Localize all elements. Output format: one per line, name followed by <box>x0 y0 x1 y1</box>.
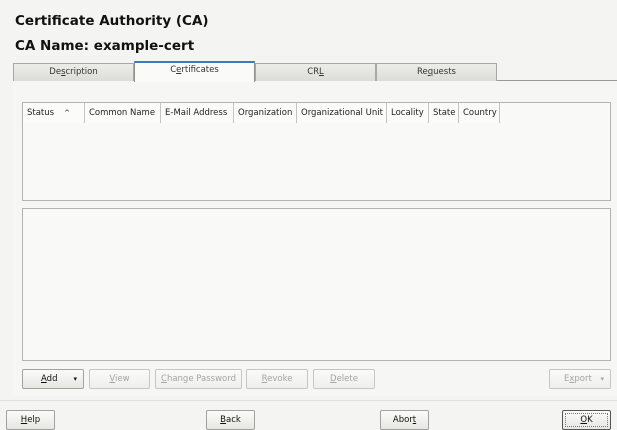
sort-ascending-icon: ^ <box>64 109 70 117</box>
tab-crl[interactable]: CRL <box>255 63 376 81</box>
window-title: Certificate Authority (CA) <box>15 13 209 29</box>
certificate-details-view <box>22 208 611 361</box>
ok-button[interactable]: OK <box>562 410 611 430</box>
column-email-address[interactable]: E-Mail Address <box>161 103 234 123</box>
tab-bar: Description Certificates CRL Requests <box>13 61 617 82</box>
table-header: Status ^ Common Name E-Mail Address Organ… <box>23 103 500 123</box>
revoke-button[interactable]: Revoke <box>246 369 308 389</box>
column-locality[interactable]: Locality <box>387 103 429 123</box>
chevron-down-icon: ▾ <box>73 375 77 383</box>
column-state[interactable]: State <box>429 103 459 123</box>
column-organizational-unit[interactable]: Organizational Unit <box>297 103 387 123</box>
tab-certificates[interactable]: Certificates <box>134 61 255 82</box>
chevron-down-icon: ▾ <box>600 375 604 383</box>
add-button[interactable]: Add ▾ <box>22 369 84 389</box>
change-password-button[interactable]: Change Password <box>155 369 242 389</box>
back-button[interactable]: Back <box>206 410 255 430</box>
delete-button[interactable]: Delete <box>313 369 375 389</box>
certificates-table[interactable]: Status ^ Common Name E-Mail Address Organ… <box>22 102 611 201</box>
ca-name-heading: CA Name: example-cert <box>15 38 195 54</box>
abort-button[interactable]: Abort <box>380 410 429 430</box>
tab-requests[interactable]: Requests <box>376 63 497 81</box>
help-button[interactable]: Help <box>6 410 55 430</box>
export-button[interactable]: Export ▾ <box>549 369 611 389</box>
view-button[interactable]: View <box>89 369 150 389</box>
footer-divider <box>0 400 617 401</box>
column-country[interactable]: Country <box>459 103 500 123</box>
column-organization[interactable]: Organization <box>234 103 297 123</box>
column-common-name[interactable]: Common Name <box>85 103 161 123</box>
ca-dialog: Certificate Authority (CA) CA Name: exam… <box>0 0 617 430</box>
column-status[interactable]: Status ^ <box>23 103 85 123</box>
tab-description[interactable]: Description <box>13 63 134 81</box>
